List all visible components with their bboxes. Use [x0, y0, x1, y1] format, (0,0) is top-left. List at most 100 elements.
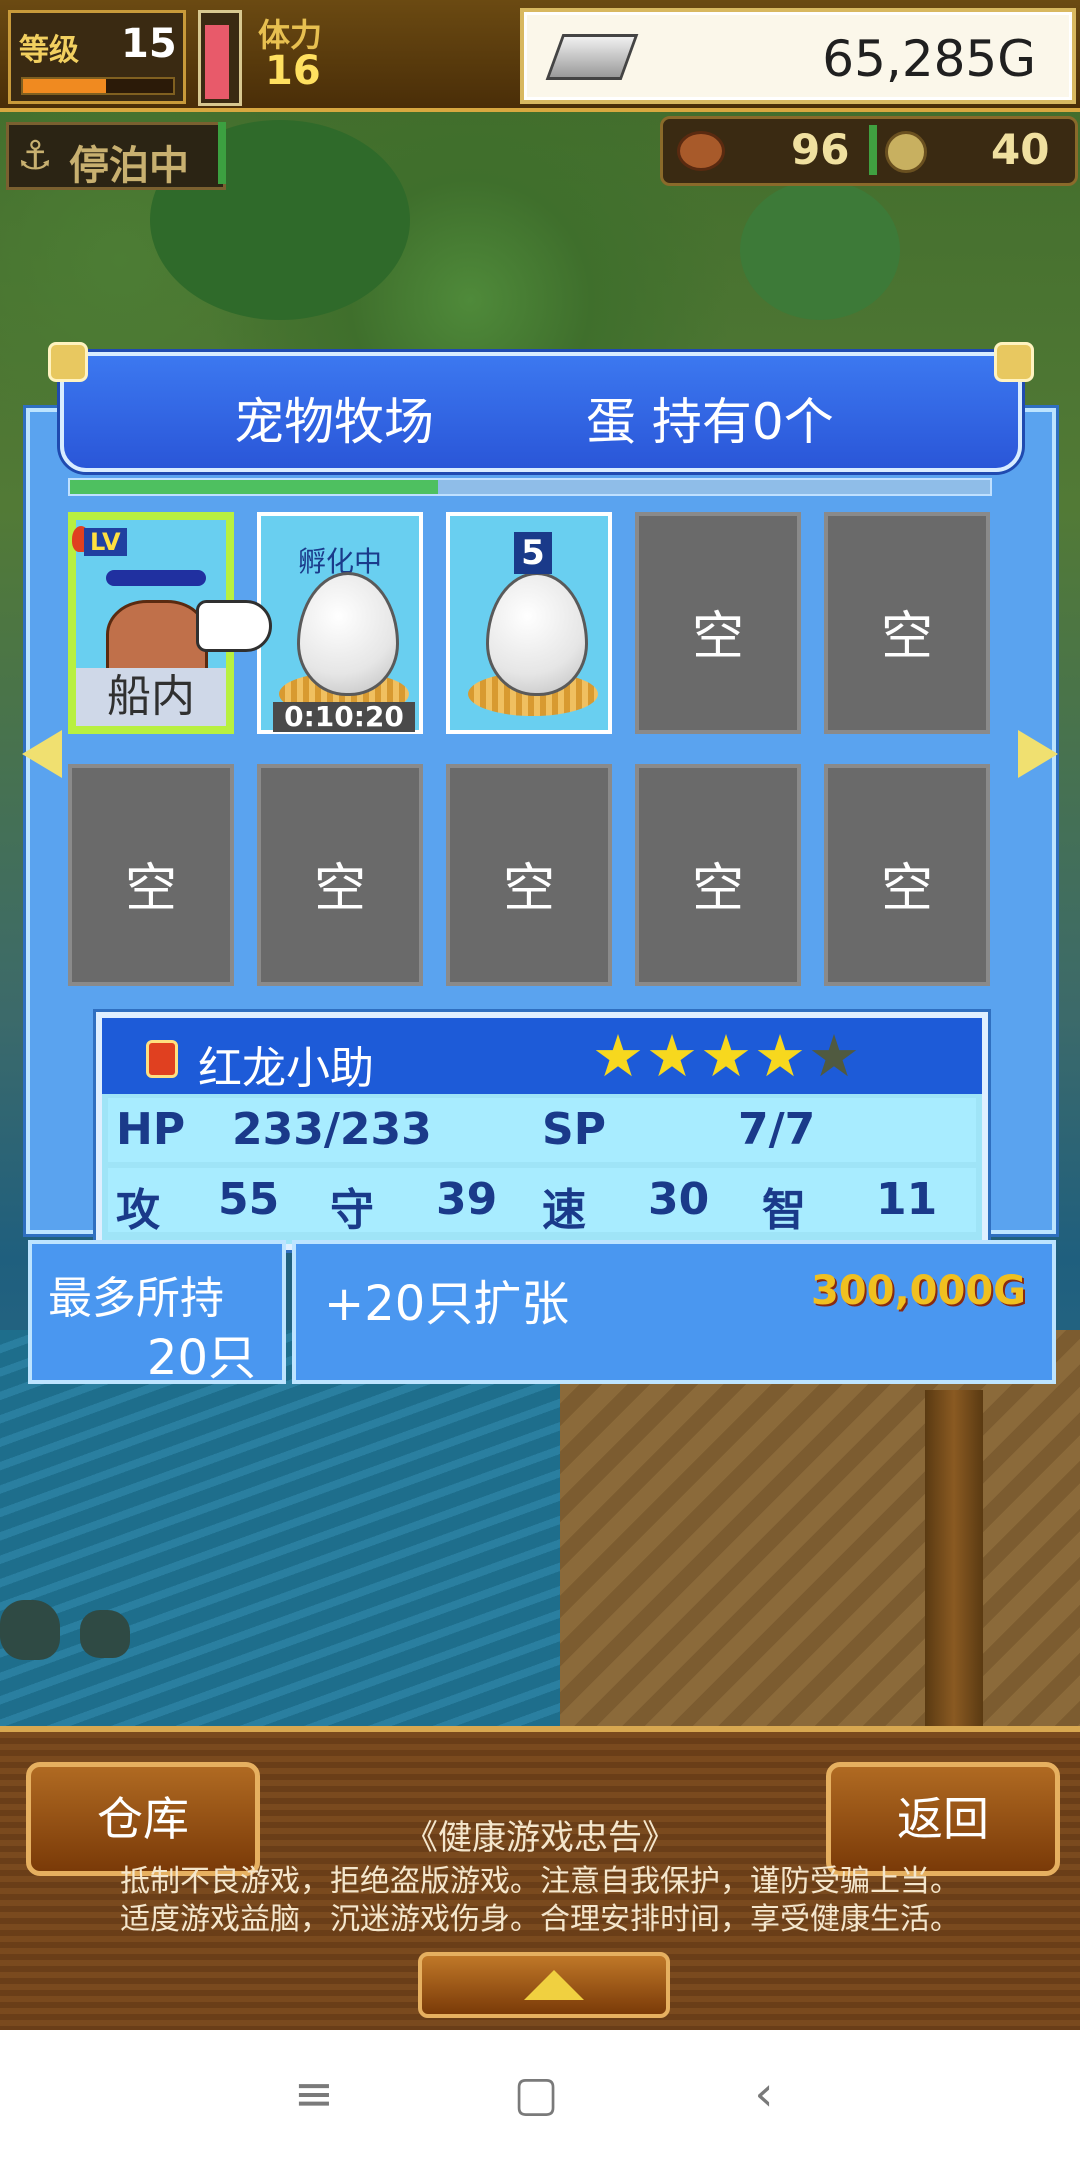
- star-filled-icon: ★: [592, 1022, 644, 1090]
- bottom-bar: 仓库 返回 《健康游戏忠告》 抵制不良游戏，拒绝盗版游戏。注意自我保护，谨防受骗…: [0, 1726, 1080, 2036]
- pet-info-header: 红龙小助 ★★★★★: [102, 1018, 982, 1094]
- sp-label: SP: [542, 1104, 606, 1155]
- top-hud: 等级 15 体力 16 65,285G: [0, 0, 1080, 112]
- triangle-up-icon: [524, 1970, 584, 2000]
- stamina-value: 16: [265, 48, 321, 94]
- attack-value: 55: [218, 1174, 280, 1225]
- empty-slot-label: 空: [691, 859, 744, 919]
- empty-slot[interactable]: 空: [446, 764, 612, 986]
- stats-row-hp-sp: HP 233/233 SP 7/7: [108, 1098, 976, 1162]
- expand-price: 300,000G: [810, 1268, 1026, 1314]
- sp-value: 7/7: [738, 1104, 816, 1155]
- page-right-arrow[interactable]: [1018, 730, 1058, 778]
- egg-slot-hatching[interactable]: 孵化中 0:10:20: [257, 512, 423, 734]
- empty-slot-label: 空: [880, 607, 933, 667]
- health-notice-line-2: 适度游戏益脑，沉迷游戏伤身。合理安排时间，享受健康生活。: [120, 1902, 960, 1937]
- rarity-stars: ★★★★★: [592, 1026, 862, 1086]
- food-value: 96: [791, 125, 850, 174]
- expand-label: +20只扩张: [324, 1276, 570, 1332]
- tree: [740, 180, 900, 320]
- max-capacity-box: 最多所持 20只: [28, 1240, 286, 1386]
- pet-slot-grid: LV 船内 孵化中 0:10:20 5 空 空 空 空 空 空 空: [68, 512, 1002, 998]
- level-label: 等级: [19, 33, 79, 68]
- rock: [0, 1600, 60, 1660]
- intelligence-value: 11: [876, 1174, 938, 1225]
- ship-mast: [925, 1390, 983, 1730]
- empty-slot-label: 空: [313, 859, 366, 919]
- harbor-water: [0, 1330, 600, 1750]
- star-filled-icon: ★: [700, 1022, 752, 1090]
- corner-ornament: [48, 342, 88, 382]
- menu-icon[interactable]: ≡: [284, 2064, 344, 2124]
- coin-value: 40: [991, 125, 1050, 174]
- speed-label: 速: [542, 1185, 586, 1236]
- hp-label: HP: [116, 1104, 186, 1155]
- empty-slot-label: 空: [124, 859, 177, 919]
- attack-label: 攻: [116, 1185, 160, 1236]
- hatch-timer: 0:10:20: [273, 702, 415, 732]
- rock: [80, 1610, 130, 1658]
- egg-icon: [297, 572, 399, 696]
- empty-slot-label: 空: [880, 859, 933, 919]
- capacity-progress: [68, 478, 992, 496]
- defense-label: 守: [330, 1185, 374, 1236]
- empty-slot[interactable]: 空: [824, 512, 990, 734]
- coin-icon: [885, 131, 927, 173]
- hp-value: 233/233: [232, 1104, 432, 1155]
- panel-title-bar: 宠物牧场 蛋 持有0个: [48, 342, 1034, 472]
- speed-value: 30: [648, 1174, 710, 1225]
- egg-icon: [486, 572, 588, 696]
- egg-number-badge: 5: [514, 532, 552, 574]
- docked-indicator: [218, 122, 226, 184]
- capacity-value: 20只: [146, 1330, 256, 1386]
- corner-ornament: [994, 342, 1034, 382]
- ship-deck: [560, 1330, 1080, 1750]
- pet-info-card: 红龙小助 ★★★★★ HP 233/233 SP 7/7 攻 55 守 39 速…: [96, 1012, 988, 1250]
- egg-slot[interactable]: 5: [446, 512, 612, 734]
- pet-location: 船内: [76, 668, 226, 726]
- meat-icon: [677, 131, 725, 171]
- egg-count: 蛋 持有0个: [586, 393, 834, 451]
- star-empty-icon: ★: [808, 1022, 860, 1090]
- experience-bar: [21, 77, 175, 95]
- experience-bar-fill: [23, 79, 106, 93]
- resource-display: 96 40: [660, 116, 1078, 186]
- silver-ingot-icon: [545, 34, 639, 80]
- level-value: 15: [121, 21, 177, 67]
- pet-name: 红龙小助: [198, 1043, 374, 1094]
- pointer-hand-icon: [196, 600, 272, 652]
- empty-slot[interactable]: 空: [824, 764, 990, 986]
- page-title: 宠物牧场: [234, 393, 434, 451]
- stats-row-attributes: 攻 55 守 39 速 30 智 11: [108, 1168, 976, 1236]
- empty-slot[interactable]: 空: [68, 764, 234, 986]
- money-value: 65,285G: [822, 30, 1036, 88]
- empty-slot[interactable]: 空: [635, 764, 801, 986]
- capacity-progress-fill: [70, 480, 438, 494]
- pet-name-bar: [106, 570, 206, 586]
- capacity-label: 最多所持: [48, 1273, 224, 1324]
- expand-menu-button[interactable]: [418, 1952, 670, 2018]
- empty-slot-label: 空: [691, 607, 744, 667]
- money-display: 65,285G: [520, 8, 1076, 104]
- pet-level-badge: LV: [84, 528, 127, 556]
- docked-label: 停泊中: [69, 143, 189, 189]
- health-notice-title: 《健康游戏忠告》: [404, 1818, 676, 1858]
- page-left-arrow[interactable]: [22, 730, 62, 778]
- defense-value: 39: [436, 1174, 498, 1225]
- back-icon[interactable]: ‹: [734, 2064, 794, 2124]
- home-icon[interactable]: ▢: [506, 2064, 566, 2124]
- docked-status: ⚓ 停泊中: [6, 122, 226, 190]
- star-filled-icon: ★: [646, 1022, 698, 1090]
- health-gauge-fill: [205, 24, 229, 99]
- resource-divider: [869, 125, 877, 175]
- level-box: 等级 15: [8, 10, 186, 104]
- anchor-icon: ⚓: [17, 133, 53, 179]
- expand-capacity-button[interactable]: +20只扩张 300,000G: [292, 1240, 1056, 1384]
- empty-slot[interactable]: 空: [257, 764, 423, 986]
- health-gauge: [198, 10, 242, 106]
- system-nav-bar: ≡ ▢ ‹: [0, 2030, 1080, 2158]
- empty-slot[interactable]: 空: [635, 512, 801, 734]
- empty-slot-label: 空: [502, 859, 555, 919]
- fire-element-icon: [146, 1040, 178, 1078]
- star-filled-icon: ★: [754, 1022, 806, 1090]
